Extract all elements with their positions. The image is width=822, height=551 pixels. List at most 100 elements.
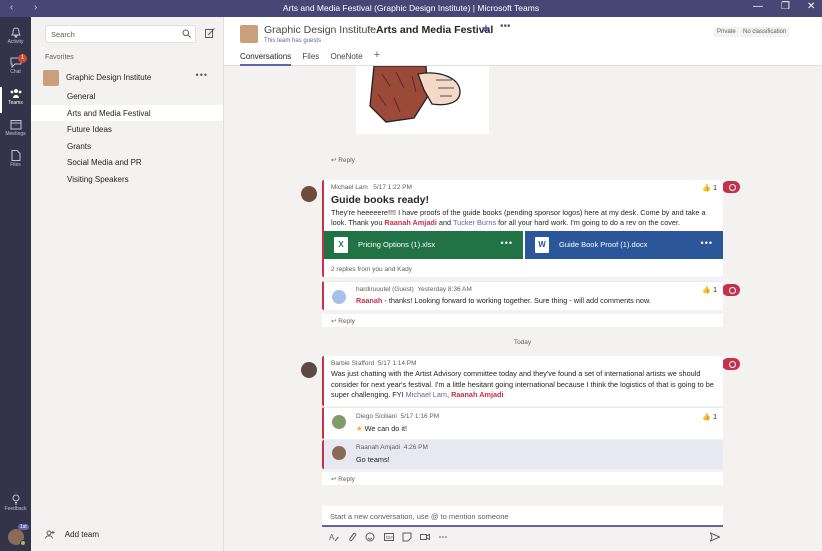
rail-chat[interactable]: 1 Chat [0,54,31,84]
emoji-icon[interactable] [365,532,375,542]
reply-link[interactable]: ↩ Reply [322,314,723,327]
author-name: Michael Lam [331,184,368,191]
like-button[interactable]: 👍 1 [702,413,717,421]
search-input[interactable]: Search [45,25,196,43]
mention-michael[interactable]: Michael Lam [406,390,447,399]
format-icon[interactable]: A [329,532,339,542]
mention-raanah[interactable]: Raanah Amjadi [384,218,436,227]
reply-text: We can do it! [364,424,408,433]
rail-teams[interactable]: Teams [0,85,31,115]
rail-meetings-label: Meetings [5,131,26,137]
user-avatar[interactable]: 1st [8,524,29,546]
search-icon[interactable] [182,29,191,38]
channel-grants[interactable]: Grants [31,138,223,154]
reply-diego: Diego Siciliani 5/17 1:16 PM ★ We can do… [322,407,723,439]
close-button[interactable]: ✕ [807,1,815,12]
reply-text: Go teams! [356,455,390,464]
like-button[interactable]: 👍 1 [702,286,717,294]
channel-social-media-and-pr[interactable]: Social Media and PR [31,154,223,170]
mention-raanah[interactable]: Raanah [356,296,382,305]
reply-body: Raanah - thanks! Looking forward to work… [356,296,651,305]
channel-header: Graphic Design Institute > Arts and Medi… [224,17,822,66]
body-text-1: Was just chatting with the Artist Adviso… [331,369,714,399]
mention-raanah[interactable]: Raanah Amjadi [451,390,503,399]
reply-label: Reply [338,318,355,325]
meet-now-icon[interactable] [420,532,431,542]
rail-feedback-label: Feedback [4,506,27,512]
send-icon[interactable] [710,532,720,542]
add-team-button[interactable]: Add team [45,530,215,540]
channel-visiting-speakers[interactable]: Visiting Speakers [31,171,223,187]
compose-box[interactable]: Start a new conversation, use @ to menti… [322,506,723,527]
gif-icon[interactable]: GIF [383,532,394,542]
date-divider: Today [513,339,532,346]
like-button[interactable]: 👍 1 [702,184,717,192]
more-options-icon[interactable] [438,532,448,542]
thread-international-artists: Barbie Stafford 5/17 1:14 PM Was just ch… [322,356,723,406]
reply-link[interactable]: ↩ Reply [322,472,723,485]
like-count: 1 [713,287,717,294]
favorite-star-icon[interactable]: ★ [481,22,491,35]
reply-hardiruuutel: hardiruuutel (Guest) Yesterday 8:36 AM R… [322,281,723,310]
header-team-avatar [240,25,258,43]
avatar-barbie-stafford[interactable] [301,362,317,378]
star-emoji-icon: ★ [356,424,363,433]
avatar-diego [332,415,346,429]
reply-raanah: Raanah Amjadi 4:26 PM Go teams! [322,440,723,469]
favorites-label: Favorites [45,54,74,61]
rail-chat-label: Chat [10,69,21,75]
avatar-guest [332,290,346,304]
previous-message [322,65,723,150]
file-more-button[interactable]: ••• [501,238,513,248]
mention-tucker[interactable]: Tucker Burns [453,218,496,227]
team-row[interactable]: Graphic Design Institute ••• [41,69,216,87]
header-team-name[interactable]: Graphic Design Institute [264,24,376,36]
calendar-icon [10,120,21,130]
classification-badge: No classification [740,27,790,37]
author-name: Raanah Amjadi [356,444,401,451]
channel-arts-and-media-festival[interactable]: Arts and Media Festival [31,105,223,121]
teams-panel: Search Favorites Graphic Design Institut… [31,17,224,551]
minimize-button[interactable]: — [753,1,763,12]
header-more-button[interactable]: ••• [500,21,511,32]
timestamp: 4:26 PM [403,444,428,451]
mention-alert-icon[interactable] [722,284,740,296]
file-card-xlsx[interactable]: X Pricing Options (1).xlsx ••• [324,231,523,259]
app-rail: Activity 1 Chat Teams Meetings Files Fee… [0,17,31,551]
tab-files[interactable]: Files [302,52,319,66]
team-more-button[interactable]: ••• [196,70,208,80]
title-bar: ‹ › Arts and Media Festival (Graphic Des… [0,0,822,17]
channel-tabs: Conversations Files OneNote + [240,49,389,66]
restore-button[interactable]: ❐ [781,1,790,12]
channel-general[interactable]: General [31,88,223,104]
rail-activity-label: Activity [7,39,24,45]
tab-conversations[interactable]: Conversations [240,52,292,66]
compose-icon[interactable] [205,28,215,38]
rail-meetings[interactable]: Meetings [0,116,31,146]
avatar-michael-lam[interactable] [301,186,317,202]
file-card-docx[interactable]: W Guide Book Proof (1).docx ••• [525,231,723,259]
tab-onenote[interactable]: OneNote [331,52,363,66]
file-name-xlsx: Pricing Options (1).xlsx [358,240,436,249]
sticker-icon[interactable] [402,532,412,542]
rail-teams-label: Teams [8,100,23,106]
thread-guide-books: Michael Lam 5/17 1:22 PM 👍 1 Guide books… [322,180,723,277]
attach-icon[interactable] [347,532,357,542]
rail-feedback[interactable]: Feedback [0,491,31,521]
reply-link[interactable]: ↩ Reply [322,153,723,166]
compose-toolbar: A GIF [329,532,454,544]
add-tab-button[interactable]: + [374,49,380,63]
svg-text:GIF: GIF [385,535,393,540]
mention-alert-icon[interactable] [722,181,740,193]
message-title: Guide books ready! [331,194,430,206]
search-placeholder: Search [51,30,75,39]
file-more-button[interactable]: ••• [701,238,713,248]
replies-summary[interactable]: 2 replies from you and Kady [331,266,412,273]
channel-future-ideas[interactable]: Future Ideas [31,121,223,137]
user-status-pill: 1st [18,524,29,530]
reply-label: Reply [338,157,355,164]
add-team-label: Add team [64,530,100,539]
rail-files[interactable]: Files [0,147,31,177]
mention-alert-icon[interactable] [722,358,740,370]
rail-activity[interactable]: Activity [0,24,31,54]
